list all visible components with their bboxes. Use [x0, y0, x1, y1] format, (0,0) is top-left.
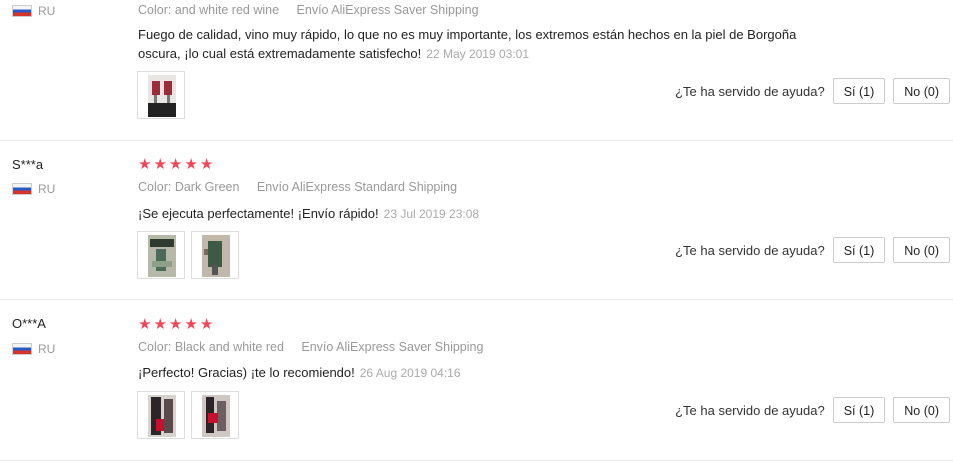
star-icon: ★ — [168, 316, 183, 333]
helpful-yes-button[interactable]: Sí (1) — [832, 397, 886, 423]
photo-image — [148, 395, 176, 437]
review-divider — [0, 460, 953, 461]
photo-image — [148, 235, 176, 277]
helpful-vote: ¿Te ha servido de ayuda? Sí (1) No (0) — [675, 397, 950, 423]
reviewer-name: S***a — [12, 157, 44, 172]
helpful-yes-button[interactable]: Sí (1) — [832, 237, 886, 263]
country-code: RU — [38, 4, 56, 18]
star-icon: ★ — [168, 156, 183, 173]
star-icon: ★ — [153, 156, 167, 173]
review-color: Color: Black and white red — [138, 340, 284, 354]
review-text: ¡Perfecto! Gracias) ¡te lo recomiendo! 26… — [138, 363, 838, 383]
photo-image — [202, 235, 230, 277]
review-photo[interactable] — [191, 231, 239, 279]
country-code: RU — [38, 182, 56, 196]
star-icon: ★ — [199, 156, 214, 173]
review-photo[interactable] — [137, 71, 185, 119]
photo-image — [148, 75, 176, 117]
review-meta: Color: Black and white red Envío AliExpr… — [138, 340, 483, 354]
helpful-vote: ¿Te ha servido de ayuda? Sí (1) No (0) — [675, 78, 950, 104]
country-code: RU — [38, 342, 56, 356]
review-date: 23 Jul 2019 23:08 — [383, 207, 480, 221]
russia-flag-icon — [12, 343, 32, 355]
review-text: Fuego de calidad, vino muy rápido, lo qu… — [138, 25, 838, 64]
review-meta: Color: Dark Green Envío AliExpress Stand… — [138, 180, 457, 194]
helpful-label: ¿Te ha servido de ayuda? — [675, 402, 825, 418]
reviewer-country: RU — [12, 4, 55, 18]
helpful-yes-button[interactable]: Sí (1) — [832, 78, 886, 104]
review-color: Color: Dark Green — [138, 180, 240, 194]
review-shipping: Envío AliExpress Standard Shipping — [256, 180, 458, 194]
russia-flag-icon — [12, 183, 32, 195]
review-date: 22 May 2019 03:01 — [426, 47, 530, 61]
review-photos — [137, 391, 239, 439]
russia-flag-icon — [12, 5, 32, 17]
reviewer-name: O***A — [12, 316, 46, 331]
review-photos — [137, 231, 239, 279]
helpful-label: ¿Te ha servido de ayuda? — [675, 83, 825, 99]
review-photo[interactable] — [191, 391, 239, 439]
star-icon: ★ — [184, 316, 198, 333]
review-color: Color: and white red wine — [138, 3, 280, 17]
review-item: S***a RU ★ ★ ★ ★ ★ Color: Dark Green Env… — [0, 141, 953, 299]
review-text: ¡Se ejecuta perfectamente! ¡Envío rápido… — [138, 204, 838, 224]
reviewer-country: RU — [12, 342, 55, 356]
photo-image — [202, 395, 230, 437]
review-date: 26 Aug 2019 04:16 — [359, 366, 461, 380]
review-body: ¡Se ejecuta perfectamente! ¡Envío rápido… — [138, 206, 379, 221]
review-shipping: Envío AliExpress Saver Shipping — [301, 340, 484, 354]
helpful-no-button[interactable]: No (0) — [893, 237, 950, 263]
review-item: RU Color: and white red wine Envío AliEx… — [0, 0, 953, 140]
review-meta: Color: and white red wine Envío AliExpre… — [138, 3, 479, 17]
star-icon: ★ — [184, 156, 198, 173]
helpful-no-button[interactable]: No (0) — [893, 78, 950, 104]
star-icon: ★ — [153, 316, 167, 333]
star-rating: ★ ★ ★ ★ ★ — [138, 157, 213, 172]
reviewer-country: RU — [12, 182, 55, 196]
review-shipping: Envío AliExpress Saver Shipping — [296, 3, 479, 17]
star-rating: ★ ★ ★ ★ ★ — [138, 317, 213, 332]
helpful-vote: ¿Te ha servido de ayuda? Sí (1) No (0) — [675, 237, 950, 263]
helpful-label: ¿Te ha servido de ayuda? — [675, 242, 825, 258]
helpful-no-button[interactable]: No (0) — [893, 397, 950, 423]
star-icon: ★ — [138, 156, 152, 173]
review-photo[interactable] — [137, 231, 185, 279]
star-icon: ★ — [138, 316, 152, 333]
review-photos — [137, 71, 185, 119]
review-photo[interactable] — [137, 391, 185, 439]
review-item: O***A RU ★ ★ ★ ★ ★ Color: Black and whit… — [0, 300, 953, 460]
star-icon: ★ — [199, 316, 214, 333]
review-body: ¡Perfecto! Gracias) ¡te lo recomiendo! — [138, 365, 355, 380]
